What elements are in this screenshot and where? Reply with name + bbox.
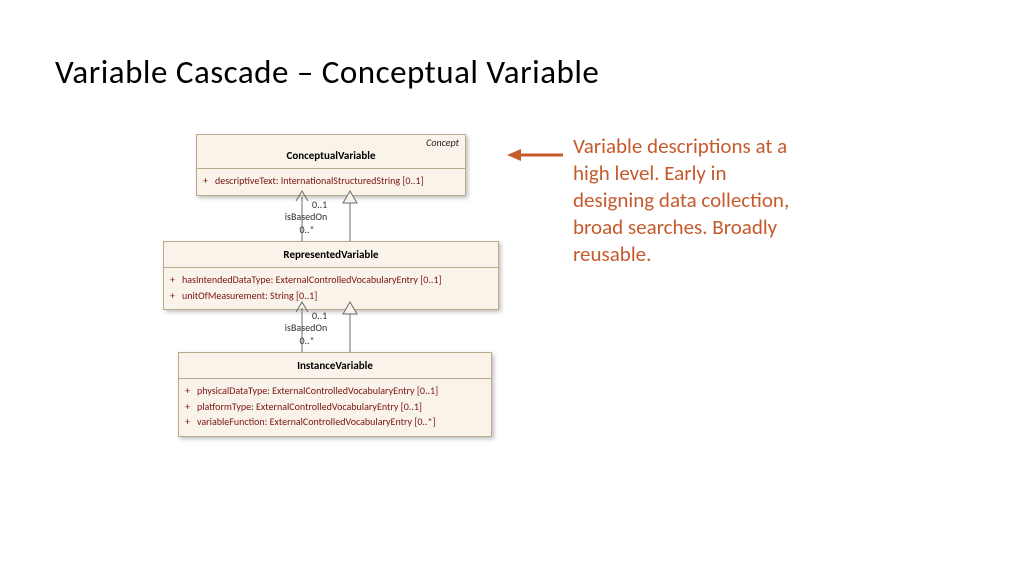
class-attribute: +hasIntendedDataType: ExternalControlled… xyxy=(164,272,498,288)
multiplicity-lower: 0..* xyxy=(292,334,322,347)
class-attribute: +descriptiveText: InternationalStructure… xyxy=(197,173,465,189)
association-label: isBasedOn xyxy=(280,321,332,334)
association-label: isBasedOn xyxy=(280,210,332,223)
class-name: ConceptualVariable xyxy=(203,137,459,164)
slide-title: Variable Cascade – Conceptual Variable xyxy=(55,52,599,92)
multiplicity-lower: 0..* xyxy=(292,223,322,236)
class-attribute: +physicalDataType: ExternalControlledVoc… xyxy=(179,383,491,399)
class-attribute: +platformType: ExternalControlledVocabul… xyxy=(179,399,491,415)
stereotype-label: Concept xyxy=(426,136,459,149)
callout-text: Variable descriptions at a high level. E… xyxy=(573,133,803,267)
class-attribute: +variableFunction: ExternalControlledVoc… xyxy=(179,414,491,430)
class-conceptual-variable: Concept ConceptualVariable +descriptiveT… xyxy=(196,134,466,196)
arrow-left-icon xyxy=(507,146,565,164)
class-name: InstanceVariable xyxy=(185,355,485,374)
class-instance-variable: InstanceVariable +physicalDataType: Exte… xyxy=(178,352,492,437)
class-name: RepresentedVariable xyxy=(170,244,492,263)
